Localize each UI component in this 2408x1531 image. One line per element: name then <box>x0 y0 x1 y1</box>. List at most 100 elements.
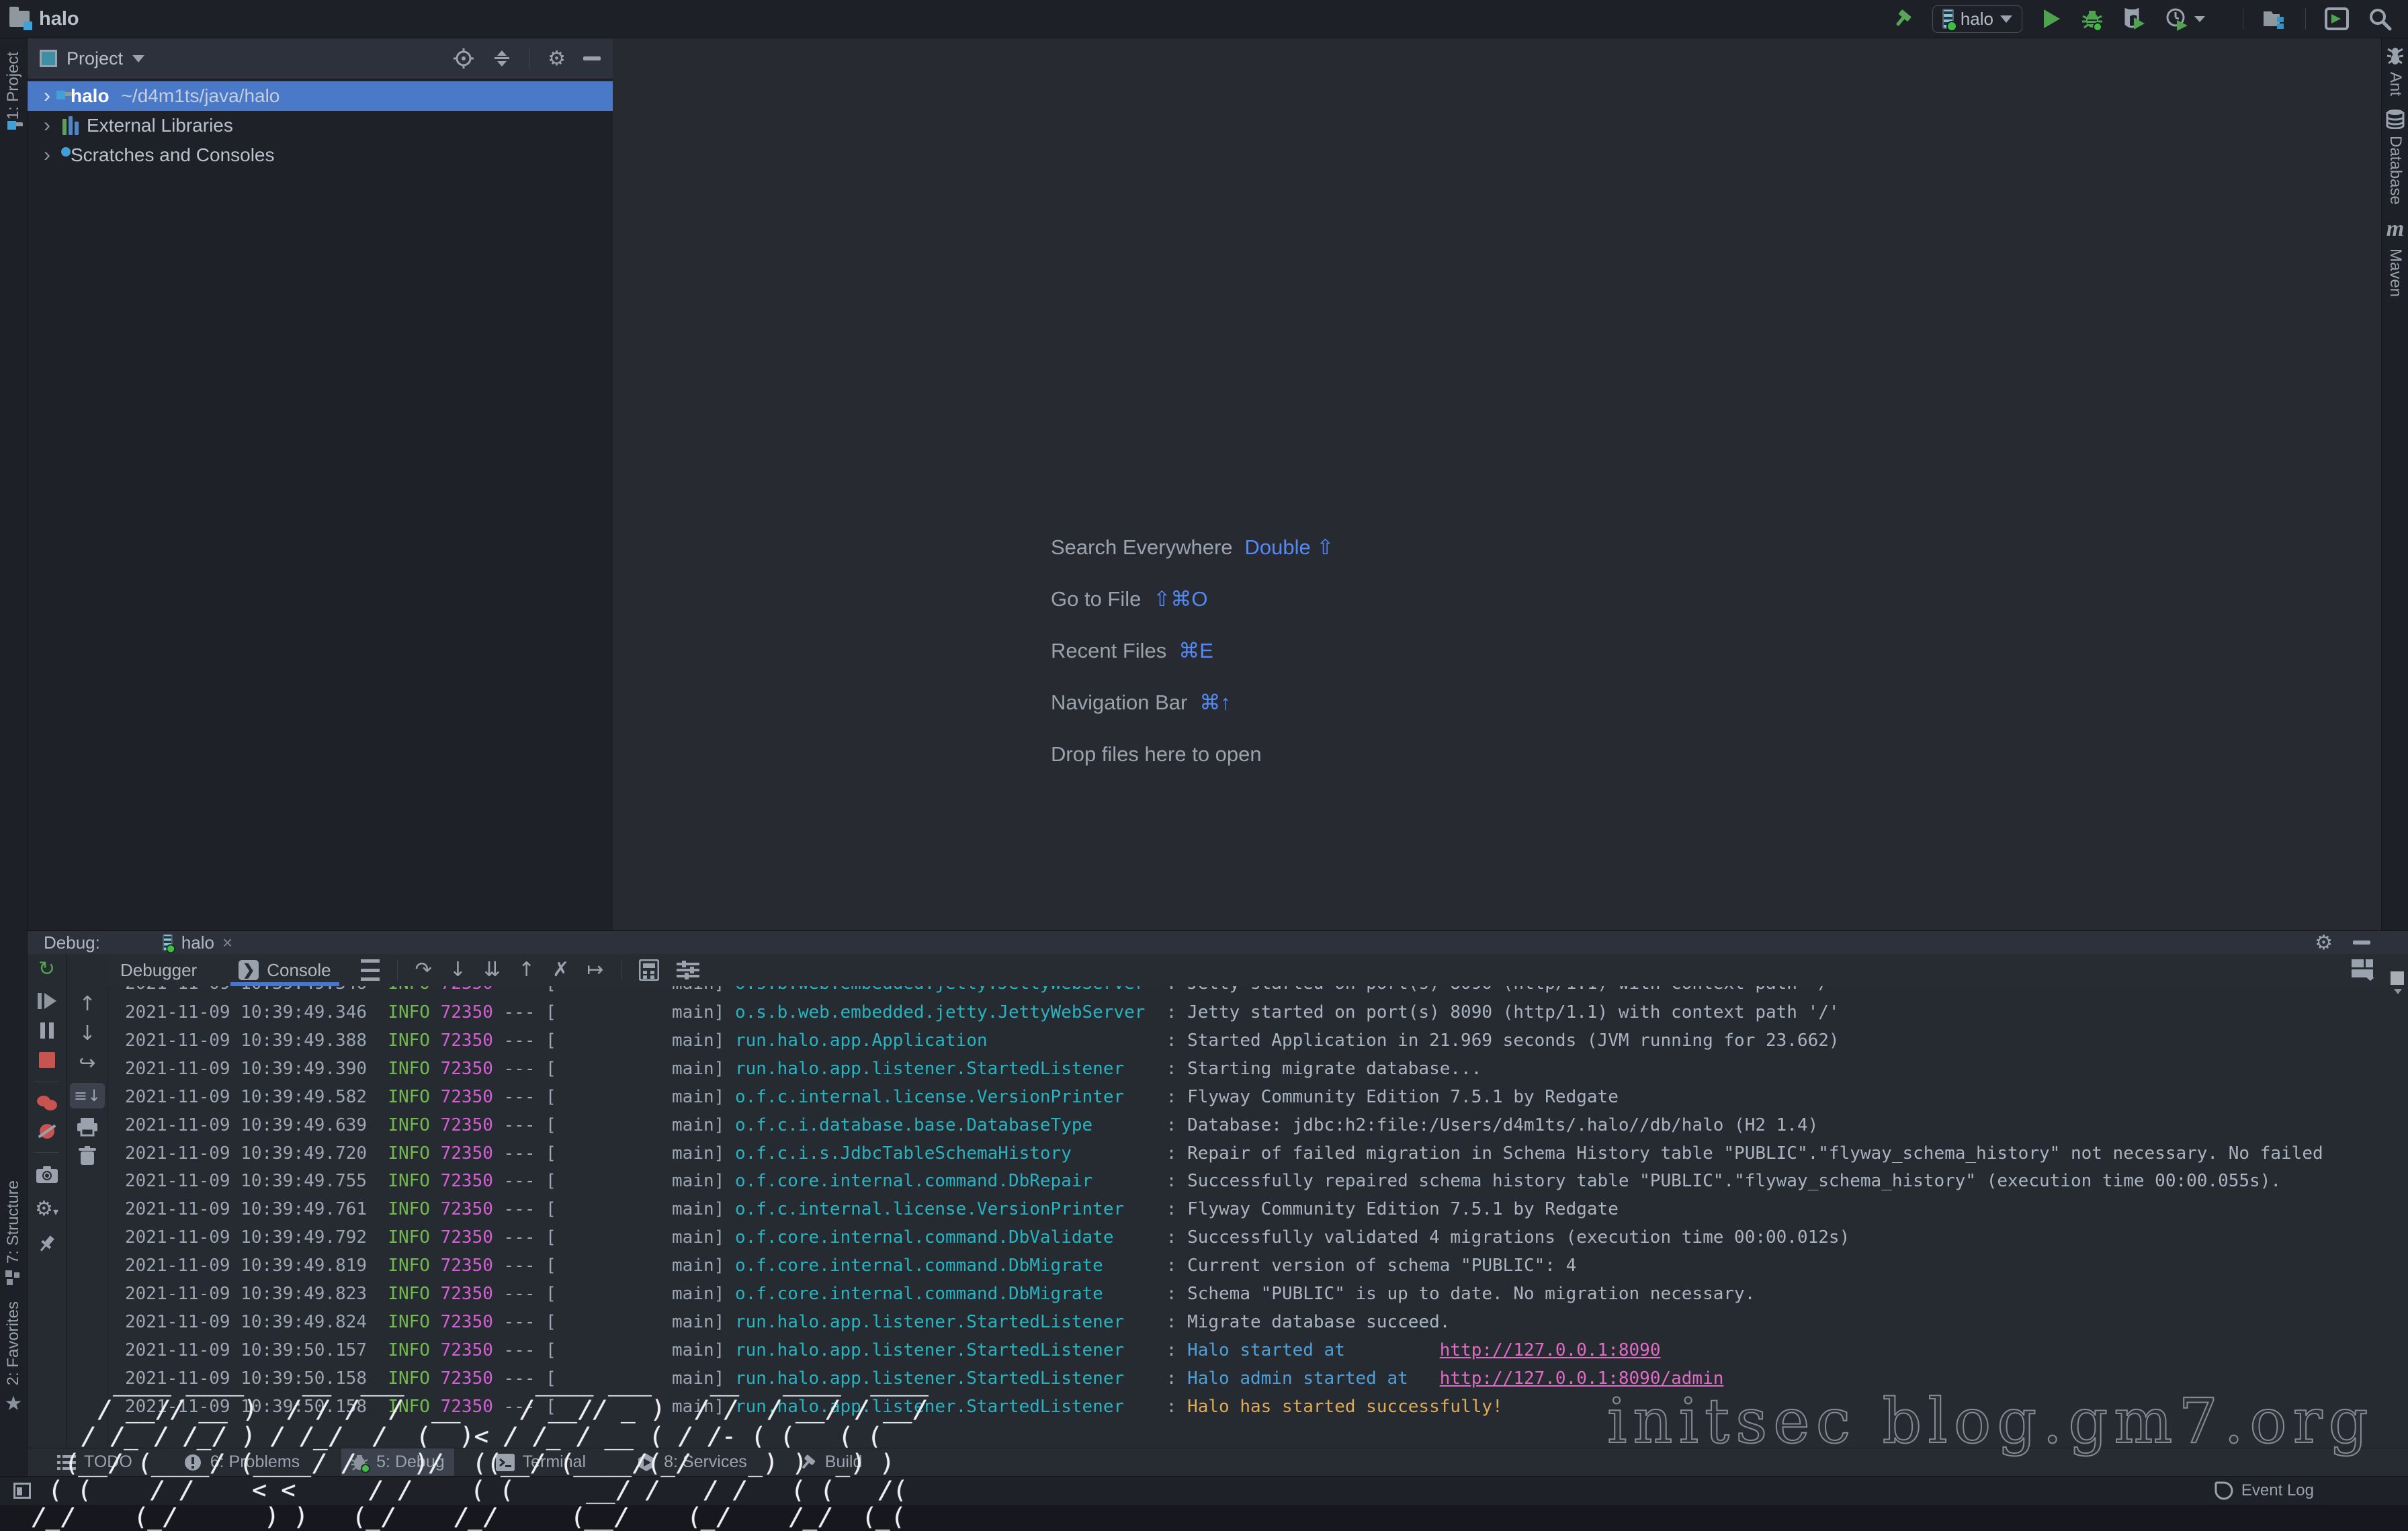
stream-trace-sliders-icon[interactable] <box>677 961 699 979</box>
title-bar: halo halo <box>0 0 2408 38</box>
shortcut-keys: ⇧⌘O <box>1153 587 1207 611</box>
star-icon: ★ <box>5 1392 23 1415</box>
toolwindow-button-5-debug[interactable]: 5: Debug <box>341 1448 454 1476</box>
log-line: 2021-11-09 10:39:49.792 INFO 72350 --- [… <box>125 1224 2401 1252</box>
clear-all-trash-icon[interactable] <box>78 1146 97 1166</box>
collapse-all-icon[interactable] <box>492 48 512 69</box>
toolwindow-button-terminal[interactable]: Terminal <box>486 1448 595 1476</box>
tree-item-path: ~/d4m1ts/java/halo <box>122 85 280 107</box>
window-project-title: halo <box>39 8 79 30</box>
run-with-coverage-button[interactable] <box>2123 7 2146 31</box>
project-tool-window: Project ⚙ ›halo~/d4m1ts/java/h <box>28 38 613 930</box>
evaluate-expression-icon[interactable] <box>639 959 659 981</box>
scroll-to-end-icon[interactable]: ≡↓ <box>70 1083 105 1108</box>
debug-button[interactable] <box>2080 7 2104 31</box>
project-structure-icon[interactable] <box>2262 7 2286 30</box>
hide-panel-icon[interactable] <box>583 56 601 60</box>
stop-icon[interactable] <box>39 1052 55 1068</box>
event-log-label: Event Log <box>2241 1481 2314 1500</box>
maven-icon: m <box>2386 216 2404 242</box>
profiler-button[interactable] <box>2165 7 2205 31</box>
stripe-tab-7-structure[interactable]: 7: Structure <box>0 1180 27 1286</box>
scrollbar-thumb[interactable] <box>2391 971 2404 985</box>
build-hammer-icon[interactable] <box>1891 7 1914 30</box>
soft-wrap-icon[interactable]: ↪ <box>79 1053 95 1074</box>
stripe-tab-2-favorites[interactable]: 2: Favorites ★ <box>0 1301 27 1415</box>
console-tab-icon: ❯ <box>239 960 259 980</box>
tab-console[interactable]: ❯ Console <box>226 954 343 986</box>
pin-tab-icon[interactable] <box>38 1234 56 1254</box>
chevron-right-icon[interactable]: › <box>40 85 54 107</box>
log-line: 2021-11-09 10:39:49.582 INFO 72350 --- [… <box>125 1084 2401 1112</box>
run-button[interactable] <box>2041 8 2061 30</box>
chevron-right-icon[interactable]: › <box>40 144 54 167</box>
view-breakpoints-icon[interactable] <box>37 1096 57 1110</box>
stripe-tab-ant[interactable]: Ant <box>2382 45 2408 96</box>
log-line: 2021-11-09 10:39:49.720 INFO 72350 --- [… <box>125 1140 2401 1168</box>
chevron-right-icon[interactable]: › <box>40 114 54 137</box>
event-log-button[interactable]: Event Log <box>2214 1481 2314 1500</box>
menu-lines-icon[interactable] <box>361 959 380 981</box>
force-step-into-icon[interactable]: ⇊ <box>484 960 501 980</box>
stripe-tab-label: 2: Favorites <box>4 1301 23 1385</box>
project-panel-title[interactable]: Project <box>67 48 123 69</box>
shortcut-label: Search Everywhere <box>1051 535 1233 560</box>
tree-row-external-libraries[interactable]: › External Libraries <box>28 111 613 140</box>
toolwindow-button-8-services[interactable]: 8: Services <box>628 1448 757 1476</box>
shortcut-row: Recent Files⌘E <box>1051 639 1334 663</box>
step-over-icon[interactable]: ↷ <box>415 960 432 980</box>
step-out-icon[interactable]: ↑ <box>518 960 535 980</box>
tab-debugger[interactable]: Debugger <box>108 954 209 986</box>
settings-gear-icon[interactable]: ⚙ <box>2315 931 2333 955</box>
stripe-tab-label: 7: Structure <box>4 1180 23 1264</box>
editor-area: Search Everywhere Double ⇧ Go to File ⇧⌘O Re… <box>613 38 2381 930</box>
toolbar-separator <box>529 48 530 69</box>
toggle-tool-windows-icon[interactable] <box>13 1483 31 1499</box>
stripe-tab-database[interactable]: Database <box>2382 109 2408 205</box>
thread-dump-camera-icon[interactable] <box>36 1166 58 1184</box>
tree-row-scratches-and-consoles[interactable]: › Scratches and Consoles <box>28 140 613 170</box>
toolwindow-button-build[interactable]: Build <box>789 1448 872 1476</box>
stripe-tab-label: 1: Project <box>4 52 23 120</box>
down-stack-trace-icon[interactable]: ↓ <box>79 1024 95 1044</box>
run-configuration-selector[interactable]: halo <box>1932 5 2022 33</box>
project-panel-header: Project ⚙ <box>28 38 613 79</box>
chevron-down-icon[interactable] <box>132 55 144 62</box>
debug-settings-gear-icon[interactable]: ⚙▾ <box>35 1197 58 1221</box>
toolwindow-button-label: Terminal <box>523 1452 586 1472</box>
minimize-panel-icon[interactable] <box>2353 941 2370 945</box>
step-into-icon[interactable]: ↓ <box>449 960 466 980</box>
drop-frame-icon[interactable]: ✗ <box>552 960 569 980</box>
problems-icon <box>183 1453 202 1472</box>
search-everywhere-icon[interactable] <box>2368 7 2392 31</box>
toolwindow-button-label: Build <box>825 1452 863 1472</box>
layout-settings-icon[interactable] <box>2352 959 2376 981</box>
resume-program-icon[interactable] <box>38 993 56 1009</box>
toolwindow-button-label: 8: Services <box>664 1452 747 1472</box>
debug-session-tab[interactable]: halo × <box>151 931 243 954</box>
toolwindow-button-6-problems[interactable]: 6: Problems <box>174 1448 309 1476</box>
log-line: 2021-11-09 10:39:49.824 INFO 72350 --- [… <box>125 1309 2401 1337</box>
close-icon[interactable]: × <box>222 932 232 953</box>
todo-icon <box>57 1454 76 1471</box>
run-to-cursor-icon[interactable]: ↦ <box>587 960 603 980</box>
pause-program-icon[interactable] <box>40 1022 54 1039</box>
settings-gear-icon[interactable]: ⚙ <box>548 47 566 71</box>
run-anything-icon[interactable] <box>2325 7 2349 30</box>
tree-row-halo[interactable]: ›halo~/d4m1ts/java/halo <box>28 81 613 111</box>
toolwindow-button-todo[interactable]: TODO <box>48 1448 142 1476</box>
log-line: 2021-11-09 10:39:50.158 INFO 72350 --- [… <box>125 1393 2401 1421</box>
tree-item-label: Scratches and Consoles <box>71 144 275 166</box>
stripe-tab-1-project[interactable]: 1: Project <box>0 52 27 126</box>
status-bar: Event Log <box>0 1476 2408 1505</box>
up-stack-trace-icon[interactable]: ↑ <box>79 994 95 1014</box>
shortcut-label: Go to File <box>1051 587 1141 611</box>
tree-item-label: External Libraries <box>87 115 233 136</box>
console-log[interactable]: 2021-11-09 10:39:49.346 INFO 72350 --- [… <box>109 986 2401 1447</box>
mute-breakpoints-icon[interactable] <box>40 1124 54 1139</box>
locate-file-icon[interactable] <box>453 48 474 69</box>
stripe-tab-maven[interactable]: mMaven <box>2382 216 2408 297</box>
shortcut-keys: Double ⇧ <box>1245 535 1334 560</box>
rerun-icon[interactable]: ↻ <box>38 959 55 979</box>
print-icon[interactable] <box>77 1118 98 1137</box>
